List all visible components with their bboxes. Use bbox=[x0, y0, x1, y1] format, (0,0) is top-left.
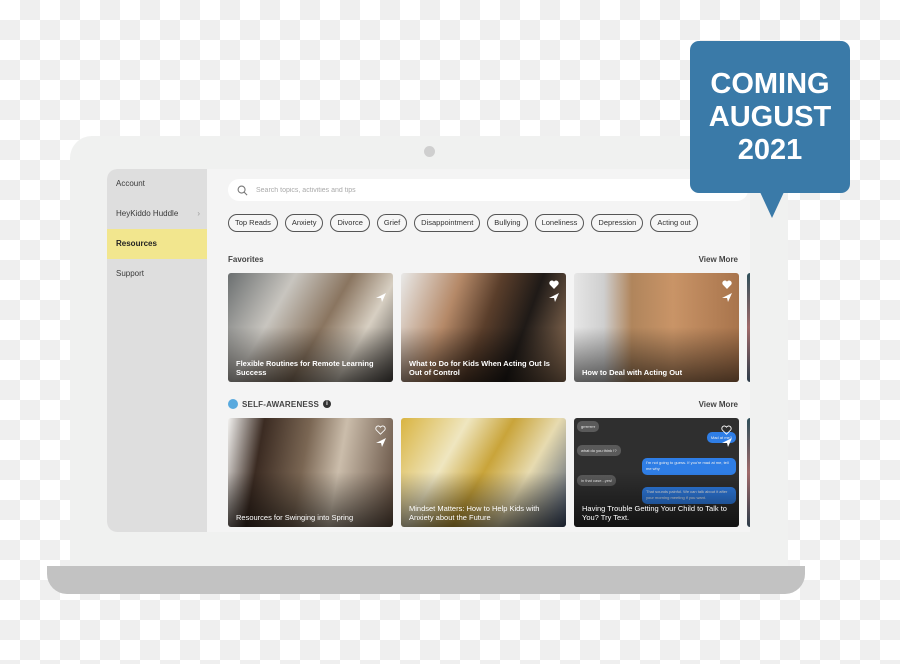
heart-filled-icon[interactable] bbox=[549, 280, 559, 289]
next-card-peek[interactable] bbox=[747, 273, 750, 382]
resource-card[interactable]: How to Deal with Acting Out bbox=[574, 273, 739, 382]
chip-divorce[interactable]: Divorce bbox=[330, 214, 370, 232]
sidebar-item-support[interactable]: Support bbox=[107, 259, 207, 289]
smiley-icon bbox=[228, 399, 238, 409]
chat-bubble: grrrrrrrrr bbox=[577, 421, 600, 432]
chip-grief[interactable]: Grief bbox=[376, 214, 408, 232]
self-awareness-header: SELF-AWARENESS i View More bbox=[228, 397, 738, 411]
heart-outline-icon[interactable] bbox=[721, 425, 732, 435]
view-more-link[interactable]: View More bbox=[699, 400, 738, 409]
favorites-row: Flexible Routines for Remote Learning Su… bbox=[228, 273, 750, 382]
send-icon[interactable] bbox=[376, 438, 386, 447]
topic-chips: Top Reads Anxiety Divorce Grief Disappoi… bbox=[228, 214, 698, 232]
chip-loneliness[interactable]: Loneliness bbox=[534, 214, 585, 232]
card-title: Resources for Swinging into Spring bbox=[236, 513, 354, 522]
resource-card[interactable]: Flexible Routines for Remote Learning Su… bbox=[228, 273, 393, 382]
heart-outline-icon[interactable] bbox=[375, 425, 386, 435]
send-icon[interactable] bbox=[549, 293, 559, 302]
coming-soon-callout: COMING AUGUST 2021 bbox=[690, 41, 850, 193]
chip-disappointment[interactable]: Disappointment bbox=[414, 214, 481, 232]
card-title: Mindset Matters: How to Help Kids with A… bbox=[409, 504, 540, 522]
chat-bubble: what do you think !? bbox=[577, 445, 621, 456]
resource-card[interactable]: What to Do for Kids When Acting Out Is O… bbox=[401, 273, 566, 382]
resource-card[interactable]: Mindset Matters: How to Help Kids with A… bbox=[401, 418, 566, 527]
callout-line: 2021 bbox=[737, 133, 803, 166]
card-title: How to Deal with Acting Out bbox=[582, 368, 683, 377]
sidebar: Account HeyKiddo Huddle › Resources Supp… bbox=[107, 169, 207, 532]
sidebar-item-resources[interactable]: Resources bbox=[107, 229, 207, 259]
chevron-right-icon: › bbox=[197, 209, 200, 218]
callout-pointer bbox=[760, 192, 784, 218]
webcam-icon bbox=[424, 146, 435, 157]
search-icon bbox=[237, 185, 248, 195]
card-title: Flexible Routines for Remote Learning Su… bbox=[236, 359, 374, 377]
chip-depression[interactable]: Depression bbox=[591, 214, 644, 232]
next-card-peek[interactable] bbox=[747, 418, 750, 527]
chip-acting-out[interactable]: Acting out bbox=[650, 214, 698, 232]
app-screen: Account HeyKiddo Huddle › Resources Supp… bbox=[107, 169, 750, 532]
send-icon[interactable] bbox=[722, 293, 732, 302]
card-title: Having Trouble Getting Your Child to Tal… bbox=[582, 504, 727, 522]
callout-line: AUGUST bbox=[708, 100, 832, 133]
resource-card[interactable]: Resources for Swinging into Spring bbox=[228, 418, 393, 527]
self-awareness-row: Resources for Swinging into Spring Minds… bbox=[228, 418, 750, 527]
section-title: SELF-AWARENESS bbox=[242, 399, 320, 409]
chip-bullying[interactable]: Bullying bbox=[487, 214, 528, 232]
sidebar-item-label: Account bbox=[116, 179, 145, 188]
search-bar[interactable] bbox=[228, 179, 748, 201]
sidebar-item-label: HeyKiddo Huddle bbox=[116, 209, 179, 218]
section-title: Favorites bbox=[228, 254, 264, 264]
sidebar-item-label: Resources bbox=[116, 239, 157, 248]
chip-anxiety[interactable]: Anxiety bbox=[284, 214, 324, 232]
heart-filled-icon[interactable] bbox=[722, 280, 732, 289]
laptop-base bbox=[47, 566, 805, 594]
send-icon[interactable] bbox=[722, 438, 732, 447]
sidebar-item-heykiddo-huddle[interactable]: HeyKiddo Huddle › bbox=[107, 199, 207, 229]
sidebar-item-label: Support bbox=[116, 269, 145, 278]
send-icon[interactable] bbox=[376, 293, 386, 302]
favorites-header: Favorites View More bbox=[228, 252, 738, 266]
view-more-link[interactable]: View More bbox=[699, 255, 738, 264]
main-content: Top Reads Anxiety Divorce Grief Disappoi… bbox=[207, 169, 750, 532]
chip-top-reads[interactable]: Top Reads bbox=[228, 214, 278, 232]
card-title: What to Do for Kids When Acting Out Is O… bbox=[409, 359, 550, 377]
callout-line: COMING bbox=[710, 67, 830, 100]
sidebar-item-account[interactable]: Account bbox=[107, 169, 207, 199]
section-title-group: SELF-AWARENESS i bbox=[228, 399, 332, 409]
info-icon[interactable]: i bbox=[323, 400, 332, 408]
resource-card[interactable]: grrrrrrrrr Mad at me? what do you think … bbox=[574, 418, 739, 527]
search-input[interactable] bbox=[254, 185, 658, 195]
